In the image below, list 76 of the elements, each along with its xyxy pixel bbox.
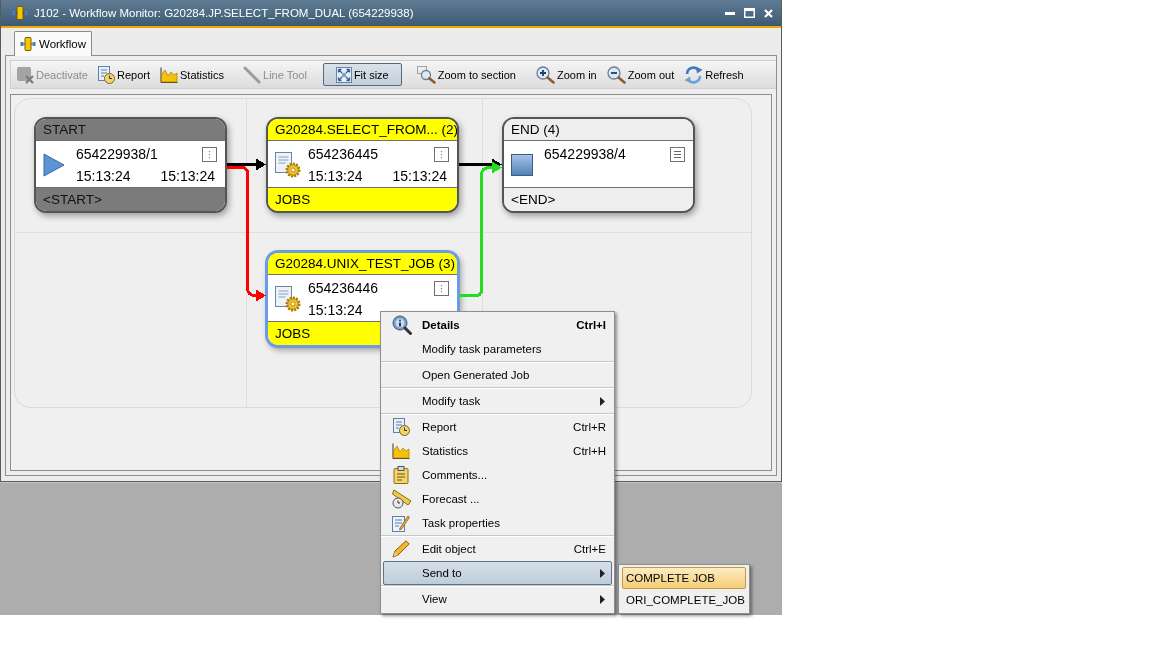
menu-item[interactable]: Task properties [383, 511, 612, 535]
toolbar-button[interactable]: Fit size [322, 63, 402, 86]
start-time: 15:13:24 [308, 302, 363, 318]
toolbar-button[interactable]: Zoom to section [413, 63, 519, 86]
end-time: 15:13:24 [392, 168, 447, 184]
lines-box-icon[interactable] [670, 146, 685, 162]
workflow-node[interactable]: START 654229938/1 15:13:24 15:13:24 <START> [34, 117, 227, 213]
dots-box-icon[interactable] [434, 146, 449, 162]
block-x-icon [16, 65, 34, 84]
run-number: 654229938/1 [76, 146, 158, 162]
node-footer: JOBS [268, 187, 457, 211]
zoom-section-icon [416, 65, 436, 84]
node-title: START [36, 119, 225, 141]
menu-item[interactable]: View [383, 587, 612, 611]
start-time: 15:13:24 [76, 168, 131, 184]
minimize-icon[interactable] [725, 11, 735, 15]
shortcut-label: Ctrl+E [572, 543, 606, 555]
run-number: 654229938/4 [544, 146, 626, 162]
toolbar-button[interactable]: Zoom out [603, 63, 678, 86]
toolbar-button[interactable]: Refresh [681, 63, 747, 86]
run-number: 654236445 [308, 146, 379, 162]
expand-arrows-icon [335, 66, 352, 83]
refresh-icon [684, 65, 704, 84]
workflow-node[interactable]: END (4) 654229938/4 <END> [502, 117, 695, 213]
zoom-out-icon [606, 65, 626, 84]
menu-item[interactable]: Edit object Ctrl+E [383, 537, 612, 561]
end-time: 15:13:24 [160, 168, 215, 184]
flow-node-icon [20, 37, 36, 51]
node-title: END (4) [504, 119, 693, 141]
report-clock-icon [392, 418, 410, 436]
close-icon[interactable] [764, 8, 773, 18]
start-time: 15:13:24 [308, 168, 363, 184]
node-footer: <START> [36, 187, 225, 211]
maximize-icon[interactable] [744, 8, 755, 18]
menu-item[interactable]: Forecast ... [383, 487, 612, 511]
dots-box-icon[interactable] [434, 280, 449, 296]
info-magnifier-icon [392, 315, 412, 335]
run-number: 654236446 [308, 280, 379, 296]
document-gear-icon [275, 152, 301, 178]
menu-item[interactable]: Send to [383, 561, 612, 585]
menu-item[interactable]: Statistics Ctrl+H [383, 439, 612, 463]
tab[interactable]: Workflow [14, 31, 93, 56]
toolbar-button[interactable]: Zoom in [533, 63, 600, 86]
node-title: G20284.SELECT_FROM... (2) [268, 119, 457, 141]
line-icon [243, 65, 262, 84]
area-chart-icon [392, 443, 410, 459]
pencil-icon [392, 540, 410, 558]
menu-item[interactable]: Report Ctrl+R [383, 415, 612, 439]
submenu-arrow-icon [600, 396, 605, 406]
shortcut-label: Ctrl+R [572, 421, 606, 433]
play-icon [43, 153, 65, 177]
workflow-node[interactable]: G20284.SELECT_FROM... (2) 654236445 15:13:24 15:13:24 JOBS [266, 117, 459, 213]
flow-node-icon [12, 6, 28, 20]
clipboard-icon [392, 466, 410, 484]
submenu-arrow-icon [600, 594, 605, 604]
submenu-item[interactable]: COMPLETE JOB [622, 567, 746, 589]
window-title: J102 - Workflow Monitor: G20284.JP.SELECT_FROM_DUAL (654229938) [34, 7, 414, 19]
toolbar-button[interactable]: Statistics [157, 63, 228, 86]
shortcut-label: Ctrl+I [575, 319, 606, 331]
node-title: G20284.UNIX_TEST_JOB (3) [268, 253, 457, 275]
document-gear-icon [275, 286, 301, 312]
zoom-in-icon [536, 65, 555, 84]
shortcut-label: Ctrl+H [572, 445, 606, 457]
document-pen-icon [392, 514, 410, 532]
toolbar-button[interactable]: Report [94, 63, 153, 86]
menu-item[interactable]: Modify task [383, 389, 612, 413]
submenu-item[interactable]: ORI_COMPLETE_JOB [622, 589, 746, 611]
node-footer: <END> [504, 187, 693, 211]
submenu-arrow-icon [600, 568, 605, 578]
ruler-clock-icon [392, 489, 412, 509]
menu-item[interactable]: Open Generated Job [383, 363, 612, 387]
menu-item[interactable]: Comments... [383, 463, 612, 487]
area-chart-icon [160, 66, 178, 83]
report-clock-icon [97, 65, 115, 84]
square-icon [511, 154, 533, 176]
dots-box-icon[interactable] [202, 146, 217, 162]
